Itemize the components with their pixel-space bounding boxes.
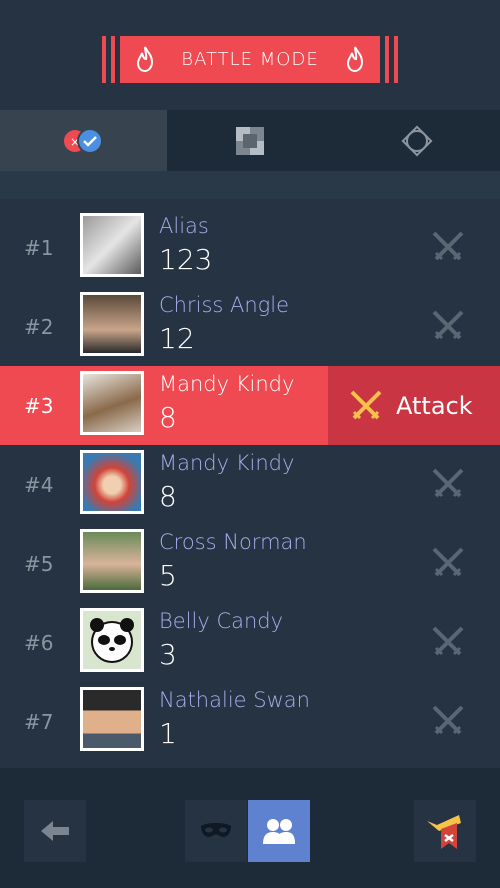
player-rank: #6 xyxy=(24,631,54,655)
panda-avatar xyxy=(83,611,141,669)
player-rank: #5 xyxy=(24,552,54,576)
avatar xyxy=(80,608,144,672)
crossed-swords-icon xyxy=(350,390,382,419)
player-name: Mandy Kindy xyxy=(159,372,295,396)
back-arrow-icon xyxy=(41,821,69,841)
player-name: Alias xyxy=(159,214,209,238)
player-name: Mandy Kindy xyxy=(159,451,295,475)
list-item[interactable]: #4 Mandy Kindy 8 xyxy=(0,445,500,524)
back-button[interactable] xyxy=(24,800,86,862)
avatar xyxy=(80,687,144,751)
avatar xyxy=(80,450,144,514)
avatar xyxy=(80,292,144,356)
banner-stripes-right xyxy=(376,36,398,83)
list-item[interactable]: #2 Chriss Angle 12 xyxy=(0,287,500,366)
player-score: 123 xyxy=(159,243,213,276)
crossed-swords-icon[interactable] xyxy=(430,703,466,739)
avatar xyxy=(80,529,144,593)
player-rank: #7 xyxy=(24,710,54,734)
flame-icon xyxy=(136,46,154,72)
avatar xyxy=(80,371,144,435)
list-item-selected[interactable]: #3 Mandy Kindy 8 Attack xyxy=(0,366,500,445)
player-score: 5 xyxy=(159,559,177,592)
player-score: 12 xyxy=(159,322,195,355)
banner-stripes-left xyxy=(102,36,124,83)
challenge-button[interactable] xyxy=(414,800,476,862)
crossed-swords-icon[interactable] xyxy=(430,545,466,581)
crossed-swords-icon[interactable] xyxy=(430,229,466,265)
mask-icon xyxy=(201,823,231,837)
crossed-swords-icon[interactable] xyxy=(430,308,466,344)
player-name: Nathalie Swan xyxy=(159,688,310,712)
list-item[interactable]: #6 Belly Candy 3 xyxy=(0,603,500,682)
mode-tabs: × xyxy=(0,110,500,181)
bottom-bar xyxy=(0,768,500,888)
player-name: Belly Candy xyxy=(159,609,284,633)
tab-grid[interactable] xyxy=(167,110,334,171)
people-icon xyxy=(263,819,295,844)
attack-label: Attack xyxy=(396,391,473,420)
player-name: Cross Norman xyxy=(159,530,307,554)
flame-icon xyxy=(346,46,364,72)
player-rank: #1 xyxy=(24,236,54,260)
avatar xyxy=(80,213,144,277)
player-score: 1 xyxy=(159,717,177,750)
list-item[interactable]: #1 Alias 123 xyxy=(0,208,500,287)
pixel-grid-icon xyxy=(236,126,264,155)
crossed-swords-icon[interactable] xyxy=(430,466,466,502)
crossed-shield-icon xyxy=(401,124,433,157)
mask-button[interactable] xyxy=(185,800,247,862)
crossed-swords-icon[interactable] xyxy=(430,624,466,660)
header: BATTLE MODE xyxy=(0,0,500,110)
versus-badge-icon: × xyxy=(64,127,104,154)
attack-button[interactable]: Attack xyxy=(328,366,500,445)
player-rank: #2 xyxy=(24,315,54,339)
trumpet-flag-icon xyxy=(427,815,461,849)
battle-mode-banner: BATTLE MODE xyxy=(124,36,376,83)
tab-versus[interactable]: × xyxy=(0,110,167,181)
friends-button[interactable] xyxy=(248,800,310,862)
list-item[interactable]: #7 Nathalie Swan 1 xyxy=(0,682,500,761)
player-score: 8 xyxy=(159,480,177,513)
list-item[interactable]: #5 Cross Norman 5 xyxy=(0,524,500,603)
player-score: 3 xyxy=(159,638,177,671)
player-score: 8 xyxy=(159,401,177,434)
tab-shield[interactable] xyxy=(333,110,500,171)
player-rank: #4 xyxy=(24,473,54,497)
leaderboard-list: #1 Alias 123 #2 Chriss Angle 12 #3 Mandy… xyxy=(0,208,500,761)
tab-underbar xyxy=(0,171,500,199)
player-name: Chriss Angle xyxy=(159,293,290,317)
page-title: BATTLE MODE xyxy=(181,49,319,70)
player-rank: #3 xyxy=(24,394,54,418)
